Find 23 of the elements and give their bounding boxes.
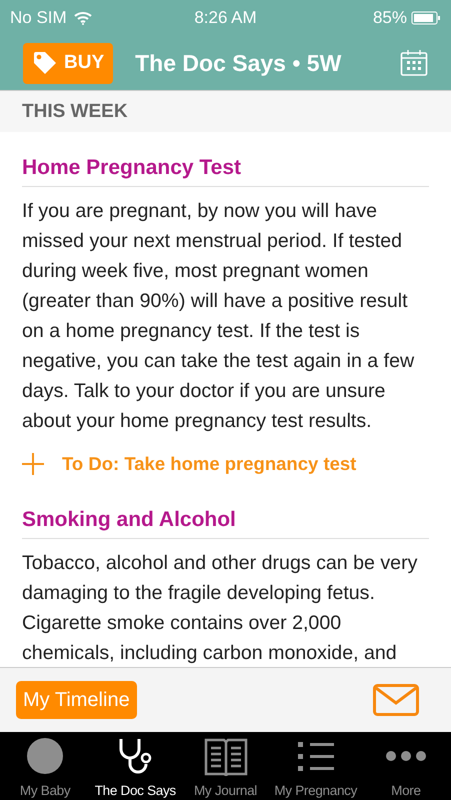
wifi-icon <box>74 11 92 25</box>
battery-percent: 85% <box>372 8 407 28</box>
article-heading: Smoking and Alcohol <box>22 508 429 539</box>
tag-icon <box>32 50 58 76</box>
carrier-label: No SIM <box>10 8 67 28</box>
article-text: Tobacco, alcohol and other drugs can be very damaging to the fragile developing fetus. Cigarette smoke contains over 2,000 chemicals, including carbon monoxide, and <box>22 551 418 666</box>
battery-icon <box>411 11 441 25</box>
tab-item[interactable]: My Journal <box>180 732 271 800</box>
book-icon <box>204 736 248 776</box>
article-text: If you are pregnant, by now you will have missed your next menstrual period. If tested during week five, most pregnant women (greater than 90%) will have a positive result on a home pregnancy test. If the test is negative, you can take the test again in a few days. Talk to your doctor if you are unsure about your home pregnancy test results. <box>22 199 416 434</box>
plus-icon <box>22 453 44 475</box>
clock-time: 8:26 AM <box>194 8 257 28</box>
calendar-icon[interactable] <box>400 49 428 77</box>
more-icon <box>384 750 427 762</box>
mail-icon[interactable] <box>373 684 419 716</box>
tab-item[interactable]: More <box>360 732 451 800</box>
tab-item[interactable]: My Pregnancy <box>270 732 361 800</box>
section-label: THIS WEEK <box>22 100 128 122</box>
article-heading: Home Pregnancy Test <box>22 156 429 187</box>
tab-item[interactable]: The Doc Says <box>90 732 180 800</box>
screen-title: The Doc Says • 5W <box>135 50 342 76</box>
list-icon <box>296 739 335 773</box>
tab-item[interactable]: My Baby <box>0 732 90 800</box>
